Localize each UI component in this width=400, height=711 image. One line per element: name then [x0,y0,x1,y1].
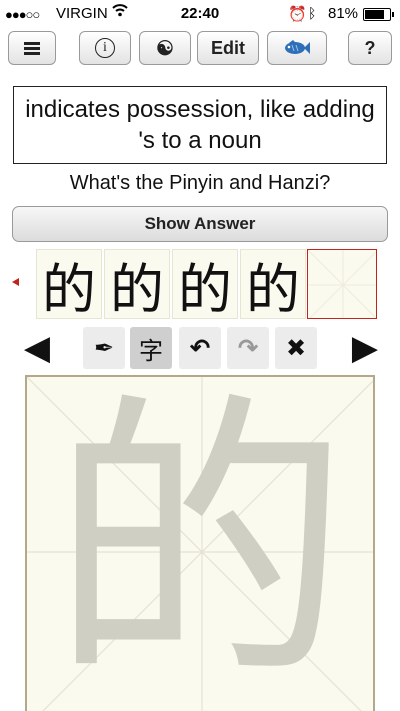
character-toggle-button[interactable]: 字 [130,327,172,369]
help-button[interactable]: ? [348,31,392,65]
attempt-cell[interactable]: 的 [172,249,238,319]
undo-icon: ↶ [189,334,211,362]
drawing-canvas[interactable]: 的 [25,375,375,711]
battery-icon [363,8,394,21]
character-icon: 字 [139,337,163,365]
toolbar: i ☯ Edit ? [0,31,400,67]
yinyang-button[interactable]: ☯ [139,31,191,65]
info-button[interactable]: i [79,31,131,65]
triangle-left-icon: ◀ [23,329,51,367]
attempt-character: 的 [246,257,300,319]
current-attempt-cell[interactable] [307,249,377,319]
previous-button[interactable]: ◀ [16,327,58,369]
cell-guide-lines [308,250,376,318]
attempt-cell[interactable]: 的 [104,249,170,319]
status-bar: ●●●○○ VIRGIN 22:40 ⏰ ᛒ 81% [0,0,400,28]
attempt-character: 的 [110,257,164,319]
question-text: What's the Pinyin and Hanzi? [69,172,331,194]
redo-icon: ↷ [237,334,259,362]
attempt-cell[interactable]: 的 [240,249,306,319]
menu-button[interactable] [8,31,56,65]
definition-box: indicates possession, like adding 's to … [13,86,387,164]
hamburger-menu-icon [24,42,40,55]
bluetooth-icon: ᛒ [308,5,317,21]
attempt-cell[interactable]: 的 [36,249,102,319]
edit-button[interactable]: Edit [197,31,259,65]
fish-icon [285,40,310,54]
pen-icon: ✒ [93,334,115,362]
undo-button[interactable]: ↶ [179,327,221,369]
triangle-right-icon: ▶ [351,329,379,367]
definition-text: indicates possession, like adding 's to … [25,96,375,154]
attempt-character: 的 [42,257,96,319]
fish-button[interactable] [267,31,327,65]
alarm-icon: ⏰ [288,6,307,23]
redo-button[interactable]: ↷ [227,327,269,369]
attempt-character: 的 [178,257,232,319]
history-marker-icon [12,278,19,286]
attempt-strip: 的 的 的 的 [36,249,377,319]
next-button[interactable]: ▶ [344,327,386,369]
info-icon: i [95,38,115,58]
guide-character: 的 [50,375,350,711]
show-answer-button[interactable]: Show Answer [12,206,388,242]
close-icon: ✖ [285,334,307,362]
yinyang-icon: ☯ [156,37,174,60]
battery-percent: 81% [328,5,359,22]
pen-tool-button[interactable]: ✒ [83,327,125,369]
clear-button[interactable]: ✖ [275,327,317,369]
drawing-controls: ◀ ✒ 字 ↶ ↷ ✖ ▶ [0,327,400,369]
